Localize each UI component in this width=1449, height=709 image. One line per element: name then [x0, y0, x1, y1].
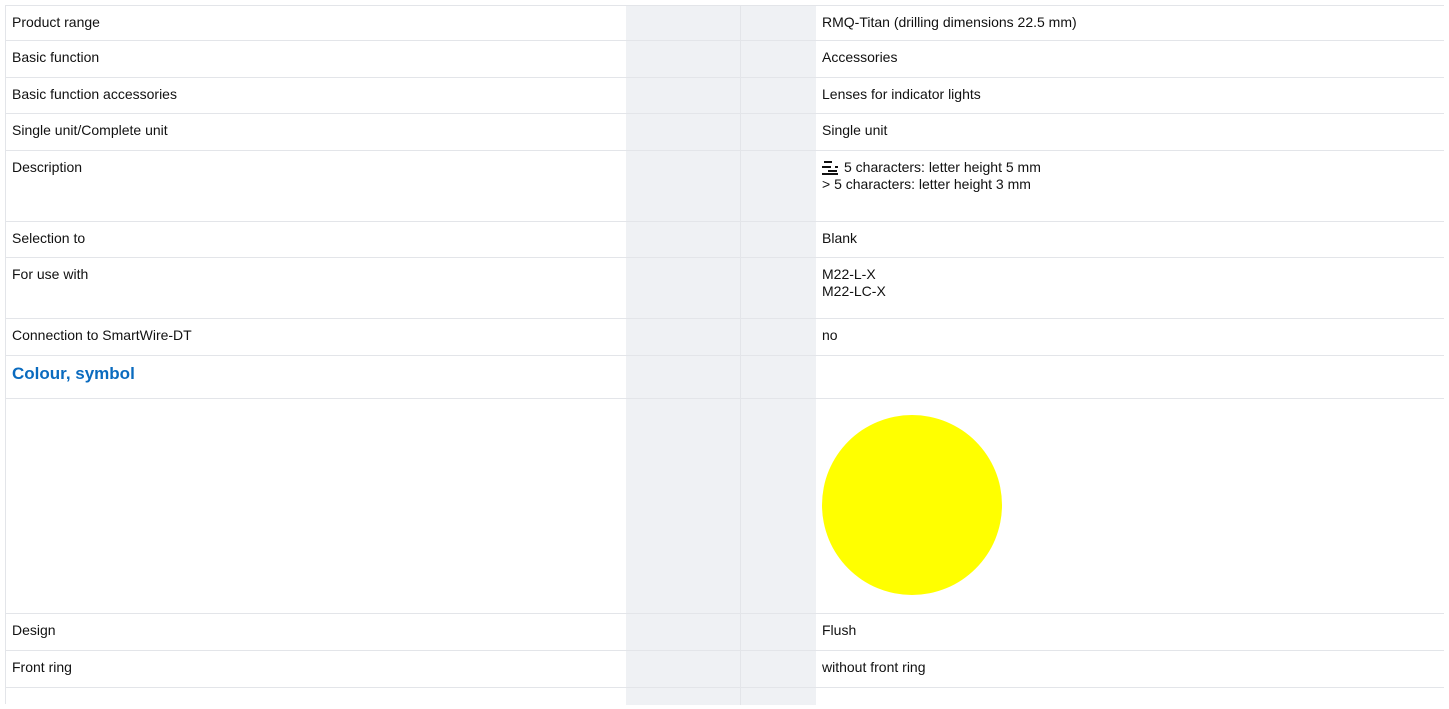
- spec-spacer: [626, 319, 816, 355]
- spec-label-text: Description: [12, 159, 83, 175]
- spec-row-basic-function: Basic function Accessories: [6, 41, 1444, 78]
- spec-label: Selection to: [6, 222, 626, 257]
- spec-row-basic-function-accessories: Basic function accessories Lenses for in…: [6, 78, 1444, 114]
- spec-label: Single unit/Complete unit: [6, 114, 626, 150]
- spec-label: [6, 399, 626, 613]
- spec-label-text: Selection to: [12, 230, 86, 246]
- spec-value: no: [822, 327, 838, 343]
- spec-row-single-complete-unit: Single unit/Complete unit Single unit: [6, 114, 1444, 151]
- spec-row-description: Description 5 characters: letter height …: [6, 151, 1444, 222]
- spec-label: Description: [6, 151, 626, 221]
- spec-label: Front ring: [6, 651, 626, 687]
- spec-row-front-ring: Front ring without front ring: [6, 651, 1444, 688]
- colour-swatch: [822, 415, 1002, 595]
- spec-value: Flush: [822, 622, 857, 638]
- spec-value: Blank: [822, 230, 858, 246]
- spec-spacer: [626, 399, 816, 613]
- spec-label: Basic function: [6, 41, 626, 77]
- engraving-icon: [822, 161, 838, 175]
- spec-label: Product range: [6, 6, 626, 40]
- description-line-2: > 5 characters: letter height 3 mm: [822, 176, 1031, 192]
- spec-label-text: Basic function accessories: [12, 86, 177, 102]
- spec-value: without front ring: [822, 659, 926, 675]
- section-header-colour-symbol: Colour, symbol: [6, 356, 1444, 399]
- product-spec-table: Product range RMQ-Titan (drilling dimens…: [5, 5, 1444, 705]
- spec-row-product-range: Product range RMQ-Titan (drilling dimens…: [6, 6, 1444, 41]
- description-text-1: 5 characters: letter height 5 mm: [844, 159, 1041, 175]
- spec-spacer: [626, 78, 816, 113]
- spec-spacer: [626, 151, 816, 221]
- spec-value: 5 characters: letter height 5 mm > 5 cha…: [816, 151, 1444, 221]
- spec-label: For use with: [6, 258, 626, 318]
- spec-spacer: [626, 614, 816, 650]
- spec-value: Lenses for indicator lights: [822, 86, 981, 102]
- spec-spacer: [626, 114, 816, 150]
- spec-label: Design: [6, 614, 626, 650]
- spec-label-text: Design: [12, 622, 56, 638]
- spec-label-text: Basic function: [12, 49, 100, 65]
- spec-label-text: For use with: [12, 266, 89, 282]
- section-title: Colour, symbol: [12, 364, 135, 383]
- spec-spacer: [626, 222, 816, 257]
- for-use-with-item: M22-L-X: [822, 266, 876, 282]
- section-title-cell: Colour, symbol: [6, 356, 626, 398]
- spec-value: M22-L-X M22-LC-X: [816, 258, 1444, 318]
- spec-row-design: Design Flush: [6, 614, 1444, 651]
- spec-row-selection-to: Selection to Blank: [6, 222, 1444, 258]
- spec-rows: Product range RMQ-Titan (drilling dimens…: [6, 6, 1444, 688]
- spec-label-text: Connection to SmartWire-DT: [12, 327, 192, 343]
- spec-value: [816, 356, 1444, 398]
- spec-row-for-use-with: For use with M22-L-X M22-LC-X: [6, 258, 1444, 319]
- spec-label-text: Product range: [12, 14, 100, 30]
- spec-label: Connection to SmartWire-DT: [6, 319, 626, 355]
- spec-label-text: Front ring: [12, 659, 72, 675]
- spec-value: RMQ-Titan (drilling dimensions 22.5 mm): [822, 14, 1077, 30]
- spec-spacer: [626, 6, 816, 40]
- spec-row-smartwire: Connection to SmartWire-DT no: [6, 319, 1444, 356]
- spec-value: Accessories: [822, 49, 898, 65]
- spec-label: Basic function accessories: [6, 78, 626, 113]
- spec-spacer: [626, 41, 816, 77]
- description-line-1: 5 characters: letter height 5 mm: [822, 159, 1444, 176]
- spec-spacer: [626, 651, 816, 687]
- spec-value: [816, 399, 1444, 613]
- spec-label-text: Single unit/Complete unit: [12, 122, 168, 138]
- spec-row-colour-swatch: [6, 399, 1444, 614]
- for-use-with-item: M22-LC-X: [822, 283, 886, 299]
- spec-value: Single unit: [822, 122, 888, 138]
- spec-spacer: [626, 356, 816, 398]
- spec-spacer: [626, 258, 816, 318]
